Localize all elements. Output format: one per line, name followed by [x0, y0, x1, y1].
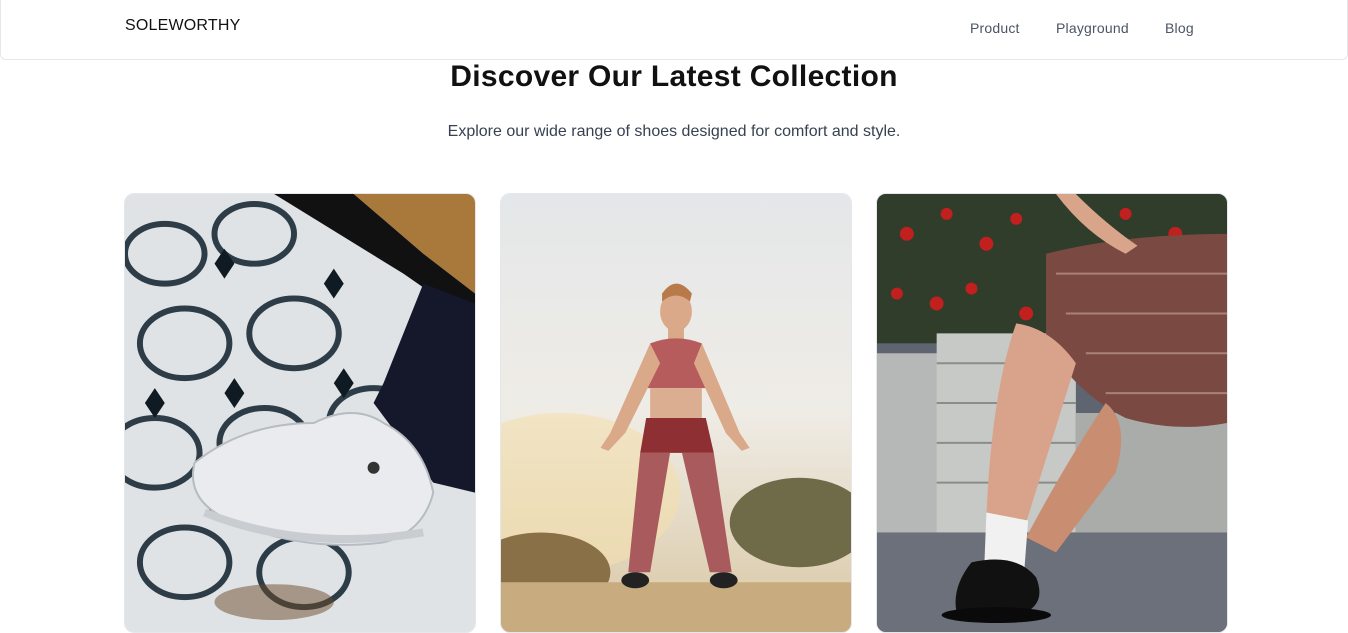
brand-logo[interactable]: SOLEWORTHY: [125, 17, 241, 35]
nav-link-product[interactable]: Product: [970, 20, 1030, 36]
top-navbar: SOLEWORTHY Product Playground Blog: [0, 0, 1348, 60]
page-title: Discover Our Latest Collection: [450, 60, 898, 93]
product-image-sneaker: [125, 194, 475, 632]
product-card-activewear[interactable]: [500, 193, 852, 633]
product-image-loafers: [877, 194, 1227, 632]
nav-link-blog[interactable]: Blog: [1165, 20, 1205, 36]
product-card-sneaker[interactable]: [124, 193, 476, 633]
page-subtitle: Explore our wide range of shoes designed…: [447, 123, 901, 140]
product-image-activewear: [501, 194, 851, 632]
product-card-loafers[interactable]: [876, 193, 1228, 633]
nav-link-playground[interactable]: Playground: [1056, 20, 1136, 36]
